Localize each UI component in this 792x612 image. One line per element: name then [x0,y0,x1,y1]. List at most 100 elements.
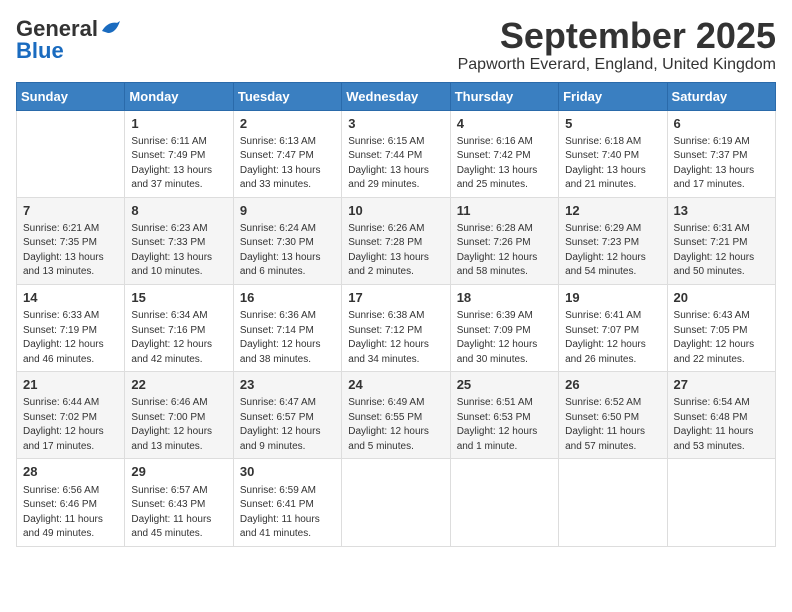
day-info: Sunrise: 6:36 AMSunset: 7:14 PMDaylight:… [240,309,335,367]
day-info: Sunrise: 6:11 AMSunset: 7:49 PMDaylight:… [131,135,226,193]
day-info: Sunrise: 6:34 AMSunset: 7:16 PMDaylight:… [131,309,226,367]
calendar-day-cell: 22 Sunrise: 6:46 AMSunset: 7:00 PMDayligh… [125,372,233,459]
calendar-day-cell: 12 Sunrise: 6:29 AMSunset: 7:23 PMDayligh… [559,197,667,284]
day-info: Sunrise: 6:52 AMSunset: 6:50 PMDaylight:… [565,396,660,454]
day-number: 14 [23,289,118,307]
day-info: Sunrise: 6:54 AMSunset: 6:48 PMDaylight:… [674,396,769,454]
page-header: General Blue September 2025 Papworth Eve… [16,16,776,74]
weekday-header: Saturday [667,82,775,110]
day-info: Sunrise: 6:16 AMSunset: 7:42 PMDaylight:… [457,135,552,193]
calendar-day-cell: 29 Sunrise: 6:57 AMSunset: 6:43 PMDayligh… [125,459,233,546]
day-number: 9 [240,202,335,220]
calendar-day-cell: 2 Sunrise: 6:13 AMSunset: 7:47 PMDaylight… [233,110,341,197]
day-number: 8 [131,202,226,220]
day-info: Sunrise: 6:56 AMSunset: 6:46 PMDaylight:… [23,484,118,542]
weekday-header: Friday [559,82,667,110]
calendar-week-row: 21Sunrise: 6:44 AMSunset: 7:02 PMDayligh… [17,372,776,459]
day-info: Sunrise: 6:51 AMSunset: 6:53 PMDaylight:… [457,396,552,454]
day-number: 28 [23,463,118,481]
day-info: Sunrise: 6:31 AMSunset: 7:21 PMDaylight:… [674,222,769,280]
day-number: 23 [240,376,335,394]
day-info: Sunrise: 6:23 AMSunset: 7:33 PMDaylight:… [131,222,226,280]
calendar-day-cell: 20Sunrise: 6:43 AMSunset: 7:05 PMDayligh… [667,284,775,371]
weekday-header-row: SundayMondayTuesdayWednesdayThursdayFrid… [17,82,776,110]
logo-blue: Blue [16,38,64,64]
weekday-header: Tuesday [233,82,341,110]
day-number: 30 [240,463,335,481]
day-number: 26 [565,376,660,394]
day-number: 12 [565,202,660,220]
calendar-week-row: 28 Sunrise: 6:56 AMSunset: 6:46 PMDayligh… [17,459,776,546]
day-info: Sunrise: 6:46 AMSunset: 7:00 PMDaylight:… [131,396,226,454]
day-number: 6 [674,115,769,133]
calendar-day-cell: 6 Sunrise: 6:19 AMSunset: 7:37 PMDaylight… [667,110,775,197]
day-number: 29 [131,463,226,481]
title-block: September 2025 Papworth Everard, England… [458,16,776,74]
calendar-day-cell: 30Sunrise: 6:59 AMSunset: 6:41 PMDayligh… [233,459,341,546]
day-info: Sunrise: 6:38 AMSunset: 7:12 PMDaylight:… [348,309,443,367]
day-info: Sunrise: 6:21 AMSunset: 7:35 PMDaylight:… [23,222,118,280]
calendar-day-cell: 16 Sunrise: 6:36 AMSunset: 7:14 PMDayligh… [233,284,341,371]
day-info: Sunrise: 6:43 AMSunset: 7:05 PMDaylight:… [674,309,769,367]
day-number: 10 [348,202,443,220]
day-number: 7 [23,202,118,220]
calendar-day-cell [342,459,450,546]
calendar-day-cell: 28 Sunrise: 6:56 AMSunset: 6:46 PMDayligh… [17,459,125,546]
day-info: Sunrise: 6:13 AMSunset: 7:47 PMDaylight:… [240,135,335,193]
day-number: 1 [131,115,226,133]
day-number: 27 [674,376,769,394]
day-info: Sunrise: 6:49 AMSunset: 6:55 PMDaylight:… [348,396,443,454]
day-info: Sunrise: 6:33 AMSunset: 7:19 PMDaylight:… [23,309,118,367]
calendar-day-cell: 3 Sunrise: 6:15 AMSunset: 7:44 PMDaylight… [342,110,450,197]
day-number: 11 [457,202,552,220]
calendar-day-cell: 18Sunrise: 6:39 AMSunset: 7:09 PMDayligh… [450,284,558,371]
calendar-day-cell [450,459,558,546]
day-number: 5 [565,115,660,133]
calendar-week-row: 14 Sunrise: 6:33 AMSunset: 7:19 PMDayligh… [17,284,776,371]
day-number: 17 [348,289,443,307]
day-info: Sunrise: 6:19 AMSunset: 7:37 PMDaylight:… [674,135,769,193]
calendar-day-cell: 11Sunrise: 6:28 AMSunset: 7:26 PMDayligh… [450,197,558,284]
calendar-day-cell: 27 Sunrise: 6:54 AMSunset: 6:48 PMDayligh… [667,372,775,459]
calendar-day-cell: 14 Sunrise: 6:33 AMSunset: 7:19 PMDayligh… [17,284,125,371]
day-info: Sunrise: 6:29 AMSunset: 7:23 PMDaylight:… [565,222,660,280]
calendar-day-cell: 25 Sunrise: 6:51 AMSunset: 6:53 PMDayligh… [450,372,558,459]
day-number: 13 [674,202,769,220]
calendar-day-cell [17,110,125,197]
day-number: 18 [457,289,552,307]
calendar-day-cell: 5 Sunrise: 6:18 AMSunset: 7:40 PMDaylight… [559,110,667,197]
day-info: Sunrise: 6:26 AMSunset: 7:28 PMDaylight:… [348,222,443,280]
calendar-day-cell: 9 Sunrise: 6:24 AMSunset: 7:30 PMDaylight… [233,197,341,284]
day-info: Sunrise: 6:57 AMSunset: 6:43 PMDaylight:… [131,484,226,542]
weekday-header: Thursday [450,82,558,110]
logo: General Blue [16,16,122,64]
calendar-day-cell: 17 Sunrise: 6:38 AMSunset: 7:12 PMDayligh… [342,284,450,371]
day-number: 2 [240,115,335,133]
day-number: 15 [131,289,226,307]
calendar-day-cell [667,459,775,546]
day-number: 25 [457,376,552,394]
calendar-day-cell: 7 Sunrise: 6:21 AMSunset: 7:35 PMDaylight… [17,197,125,284]
day-info: Sunrise: 6:47 AMSunset: 6:57 PMDaylight:… [240,396,335,454]
weekday-header: Sunday [17,82,125,110]
calendar-day-cell: 21Sunrise: 6:44 AMSunset: 7:02 PMDayligh… [17,372,125,459]
logo-bird-icon [100,19,122,39]
month-title: September 2025 [458,16,776,56]
calendar-week-row: 1 Sunrise: 6:11 AMSunset: 7:49 PMDaylight… [17,110,776,197]
calendar-day-cell: 1 Sunrise: 6:11 AMSunset: 7:49 PMDaylight… [125,110,233,197]
day-number: 16 [240,289,335,307]
calendar-day-cell: 24 Sunrise: 6:49 AMSunset: 6:55 PMDayligh… [342,372,450,459]
calendar-day-cell: 15 Sunrise: 6:34 AMSunset: 7:16 PMDayligh… [125,284,233,371]
day-info: Sunrise: 6:18 AMSunset: 7:40 PMDaylight:… [565,135,660,193]
calendar-day-cell: 13 Sunrise: 6:31 AMSunset: 7:21 PMDayligh… [667,197,775,284]
day-number: 4 [457,115,552,133]
calendar-day-cell: 10 Sunrise: 6:26 AMSunset: 7:28 PMDayligh… [342,197,450,284]
day-info: Sunrise: 6:15 AMSunset: 7:44 PMDaylight:… [348,135,443,193]
day-number: 24 [348,376,443,394]
calendar-day-cell: 26 Sunrise: 6:52 AMSunset: 6:50 PMDayligh… [559,372,667,459]
location-title: Papworth Everard, England, United Kingdo… [458,56,776,74]
day-info: Sunrise: 6:44 AMSunset: 7:02 PMDaylight:… [23,396,118,454]
day-number: 3 [348,115,443,133]
day-number: 22 [131,376,226,394]
day-info: Sunrise: 6:24 AMSunset: 7:30 PMDaylight:… [240,222,335,280]
